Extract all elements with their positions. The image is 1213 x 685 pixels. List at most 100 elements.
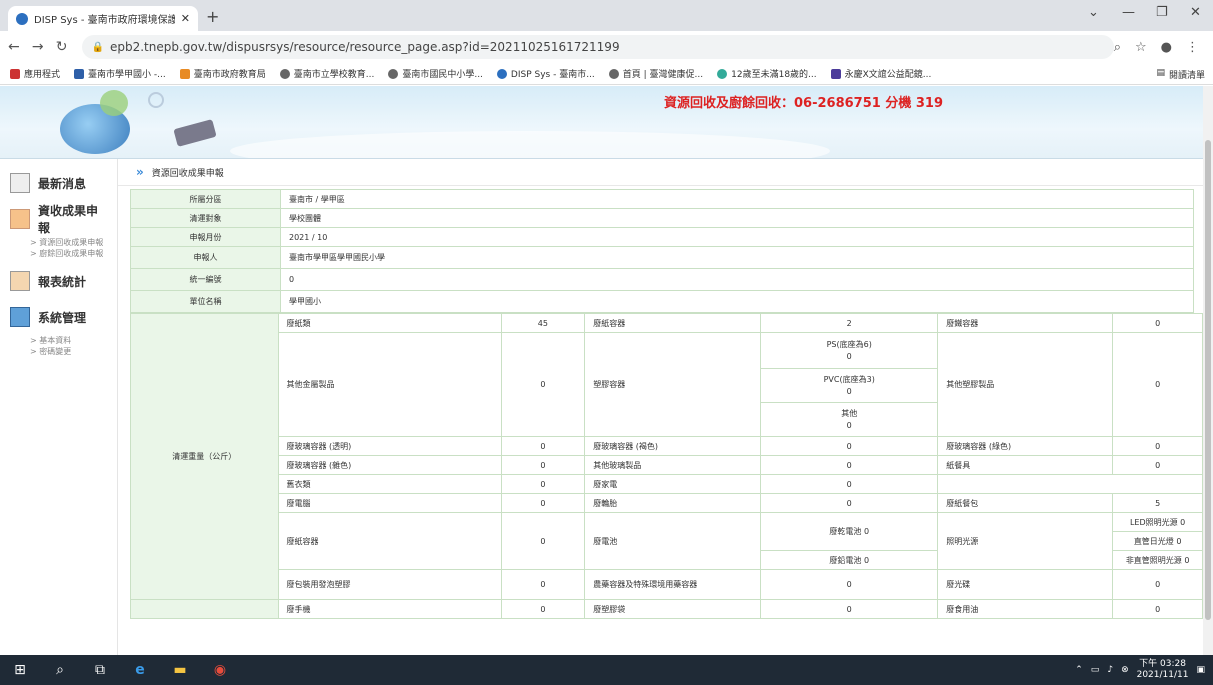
maximize-icon[interactable]: ❐ <box>1156 5 1168 20</box>
system-clock[interactable]: 下午 03:28 2021/11/11 <box>1137 659 1189 681</box>
bookmark-item[interactable]: 12歲至未滿18歲的... <box>717 67 817 80</box>
menu-stats[interactable]: 報表統計 <box>0 263 117 299</box>
submenu-basic-info[interactable]: > 基本資料 <box>0 335 117 346</box>
item-value: 0 <box>1112 569 1203 600</box>
item-label: 廢玻璃容器 (雜色) <box>277 455 502 475</box>
globe-icon <box>608 68 619 79</box>
file-explorer-icon[interactable]: ▬ <box>160 662 200 678</box>
item-value: 0 <box>846 420 852 430</box>
info-label: 清運對象 <box>130 208 281 228</box>
menu-icon[interactable]: ⋮ <box>1186 40 1199 55</box>
item-label: 紙餐具 <box>937 455 1114 475</box>
item-value: 0 <box>1112 599 1203 619</box>
close-window-icon[interactable]: ✕ <box>1190 5 1201 20</box>
item-value: 0 <box>500 455 586 475</box>
site-favicon-icon <box>16 12 28 25</box>
item-value: 5 <box>1112 493 1203 513</box>
hotline-text: 資源回收及廚餘回收：06-2686751 分機 319 <box>664 96 943 111</box>
table-row: 廢玻璃容器 (透明) 0 廢玻璃容器 (褐色) 0 廢玻璃容器 (綠色) 0 <box>131 436 1203 456</box>
table-row: 其他金屬製品 0 塑膠容器 PS(底座為6) 0 其他塑膠製品 0 <box>131 332 1203 437</box>
settings-icon <box>10 307 30 327</box>
breadcrumb: » 資源回收成果申報 <box>118 159 1203 186</box>
menu-report[interactable]: 資收成果申報 <box>0 201 117 237</box>
weights-label: 清運重量（公斤） <box>130 313 279 600</box>
bookmark-apps[interactable]: 應用程式 <box>10 67 60 80</box>
bookmark-item[interactable]: 首頁 | 臺灣健康促... <box>608 67 703 80</box>
search-icon[interactable]: ⌕ <box>40 662 80 678</box>
reload-icon[interactable]: ↻ <box>52 39 72 55</box>
windows-start-icon[interactable]: ⊞ <box>0 662 40 678</box>
zoom-icon[interactable]: ⌕ <box>1114 40 1121 55</box>
bookmark-item[interactable]: 臺南市立學校教育... <box>279 67 374 80</box>
item-label: 其他金屬製品 <box>277 332 502 437</box>
bookmark-item[interactable]: DISP Sys - 臺南市... <box>496 67 595 80</box>
bookmark-item[interactable]: 臺南市政府教育局 <box>179 67 266 80</box>
item-value: 0 <box>760 569 939 600</box>
browser-tab[interactable]: DISP Sys - 臺南市政府環境保護局 ✕ <box>8 6 198 31</box>
info-label: 申報月份 <box>130 227 281 247</box>
table-row: 申報月份 2021 / 10 <box>130 227 1194 247</box>
bookmark-icon <box>496 68 507 79</box>
info-value: 2021 / 10 <box>280 227 1194 247</box>
submenu-resource-report[interactable]: > 資源回收成果申報 <box>0 237 117 248</box>
item-label: PVC(底座為3) <box>823 374 875 384</box>
network-icon[interactable]: ▭ <box>1091 665 1100 675</box>
globe-icon <box>279 68 290 79</box>
table-row: 廢玻璃容器 (雜色) 0 其他玻璃製品 0 紙餐具 0 <box>131 455 1203 475</box>
item-value: 非直管照明光源 0 <box>1112 550 1203 570</box>
item-value: 0 <box>760 493 939 513</box>
ps-cell: PS(底座為6) 0 <box>760 332 939 369</box>
chrome-icon[interactable]: ◉ <box>200 662 240 678</box>
item-label: 廢玻璃容器 (透明) <box>277 436 502 456</box>
item-label: 農藥容器及特殊環境用藥容器 <box>584 569 762 600</box>
info-value: 學甲國小 <box>280 290 1194 313</box>
minimize-icon[interactable]: — <box>1122 5 1135 20</box>
info-value: 臺南市 / 學甲區 <box>280 189 1194 209</box>
bookmark-item[interactable]: 臺南市國民中小學... <box>388 67 483 80</box>
scrollbar-thumb[interactable] <box>1205 140 1211 620</box>
submenu-kitchen-report[interactable]: > 廚餘回收成果申報 <box>0 248 117 259</box>
tab-title: DISP Sys - 臺南市政府環境保護局 <box>34 15 175 26</box>
volume-icon[interactable]: ♪ <box>1107 665 1113 675</box>
info-label: 所屬分區 <box>130 189 281 209</box>
url-text: epb2.tnepb.gov.tw/dispusrsys/resource/re… <box>109 40 620 54</box>
edge-icon[interactable]: e <box>120 662 160 678</box>
banner-decoration <box>230 131 830 158</box>
item-label: 廢玻璃容器 (綠色) <box>937 436 1114 456</box>
notification-icon[interactable]: ▣ <box>1196 665 1205 675</box>
table-row: 廢電腦 0 廢輪胎 0 廢紙餐包 5 <box>131 493 1203 513</box>
item-value: 0 <box>1112 313 1203 333</box>
menu-system[interactable]: 系統管理 <box>0 299 117 335</box>
ime-icon[interactable]: ⊗ <box>1121 665 1129 675</box>
table-row: 清運對象 學校團體 <box>130 208 1194 228</box>
address-bar[interactable]: 🔒 epb2.tnepb.gov.tw/dispusrsys/resource/… <box>81 35 1114 59</box>
table-row: 所屬分區 臺南市 / 學甲區 <box>130 189 1194 209</box>
task-view-icon[interactable]: ⧉ <box>80 662 120 678</box>
item-value: 45 <box>500 313 586 333</box>
table-row: 廢手機 0 廢塑膠袋 0 廢食用油 0 <box>130 599 1203 619</box>
weights-label-cont <box>130 599 279 619</box>
bookmark-item[interactable]: 臺南市學甲國小 -... <box>74 67 166 80</box>
reading-list-button[interactable]: ▤ 閱讀清單 <box>1156 68 1205 81</box>
item-label: 廢紙類 <box>277 313 502 333</box>
bookmark-icon <box>74 68 85 79</box>
bookmark-star-icon[interactable]: ☆ <box>1135 40 1147 55</box>
back-icon[interactable]: ← <box>4 39 24 55</box>
pvc-cell: PVC(底座為3) 0 <box>760 368 939 403</box>
forward-icon[interactable]: → <box>28 39 48 55</box>
new-tab-icon[interactable]: + <box>206 7 219 26</box>
menu-news[interactable]: 最新消息 <box>0 165 117 201</box>
submenu-password[interactable]: > 密碼變更 <box>0 346 117 357</box>
info-value: 0 <box>280 268 1194 291</box>
tray-chevron-icon[interactable]: ⌃ <box>1075 665 1083 675</box>
item-label: 廢玻璃容器 (褐色) <box>584 436 762 456</box>
tab-close-icon[interactable]: ✕ <box>181 12 190 25</box>
item-value: 0 <box>500 332 586 437</box>
info-label: 統一編號 <box>130 268 281 291</box>
main-content: » 資源回收成果申報 所屬分區 臺南市 / 學甲區 清運對象 學校團體 申報月份 20… <box>118 159 1203 655</box>
bookmark-item[interactable]: 永慶X文誼公益配鏡... <box>830 67 931 80</box>
item-value: 0 <box>500 474 586 494</box>
tab-search-icon[interactable]: ⌄ <box>1088 5 1099 20</box>
profile-icon[interactable]: ● <box>1161 40 1172 55</box>
item-label: 廢家電 <box>584 474 762 494</box>
